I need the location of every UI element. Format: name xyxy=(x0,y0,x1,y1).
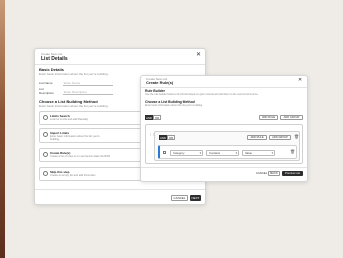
add-rule-button[interactable]: ADD RULE xyxy=(259,115,278,120)
option-description: Create an empty list and add limits late… xyxy=(50,174,96,177)
back-button[interactable]: BACK xyxy=(268,171,280,176)
trash-icon[interactable]: 🗑 xyxy=(290,150,295,154)
basic-details-hint: Enter basic information about the list y… xyxy=(39,72,109,76)
trash-icon[interactable]: 🗑 xyxy=(294,135,299,139)
rule-row: Category ▾ Contains ▾ Value ▾ 🗑 xyxy=(158,145,297,159)
list-name-input[interactable] xyxy=(63,80,113,86)
outer-and-toggle[interactable]: AND xyxy=(145,115,153,120)
group-add-group-button[interactable]: ADD GROUP xyxy=(269,135,291,140)
decorative-stripe xyxy=(0,0,5,258)
group-or-toggle[interactable]: OR xyxy=(167,135,175,140)
option-description: Create a list of rules to run and accumu… xyxy=(50,155,111,158)
rule-group-inner: AND OR ADD RULE ADD GROUP 🗑 Category ▾ C… xyxy=(154,131,300,161)
list-name-label: List Name xyxy=(39,81,53,85)
next-button[interactable]: NEXT xyxy=(190,195,201,201)
radio-icon xyxy=(43,152,48,157)
rule-value-value: Value xyxy=(245,151,252,155)
radio-icon xyxy=(43,171,48,176)
rule-operator-select[interactable]: Contains ▾ xyxy=(206,150,239,156)
footer-divider xyxy=(35,189,205,190)
outer-or-toggle[interactable]: OR xyxy=(153,115,161,120)
list-description-label: List Description xyxy=(39,87,55,95)
modal-title: List Details xyxy=(41,56,68,62)
rule-operator-value: Contains xyxy=(209,151,221,155)
chevron-down-icon: ▾ xyxy=(271,151,273,155)
rule-field-select[interactable]: Category ▾ xyxy=(170,150,203,156)
footer-divider xyxy=(141,167,307,168)
chevron-down-icon: ▾ xyxy=(199,151,201,155)
close-icon[interactable]: ✕ xyxy=(298,77,302,84)
group-add-rule-button[interactable]: ADD RULE xyxy=(247,135,267,140)
close-icon[interactable]: ✕ xyxy=(196,52,201,59)
rule-checkbox[interactable] xyxy=(163,151,166,154)
group-and-toggle[interactable]: AND xyxy=(159,135,167,140)
rule-group-outer: ⋮⋮ AND OR ADD RULE ADD GROUP 🗑 Category … xyxy=(145,124,303,164)
list-description-input[interactable] xyxy=(63,89,113,95)
method-hint: Enter basic information about the list y… xyxy=(145,104,203,107)
cancel-button[interactable]: CANCEL xyxy=(171,195,188,201)
radio-icon xyxy=(43,132,48,137)
option-description: Enter basic information about the list y… xyxy=(50,135,100,142)
rule-value-select[interactable]: Value ▾ xyxy=(242,150,275,156)
rule-field-value: Category xyxy=(173,151,185,155)
method-hint: Enter basic information about the list y… xyxy=(39,104,109,108)
header-divider xyxy=(141,87,307,88)
preview-list-button[interactable]: Preview List xyxy=(282,171,303,176)
header-divider xyxy=(35,64,205,65)
create-rules-modal: Create New List Create Rule(s) ✕ Rule Bu… xyxy=(140,75,308,182)
rule-builder-hint: Use the rule builder below to find limit… xyxy=(145,93,259,96)
chevron-down-icon: ▾ xyxy=(235,151,237,155)
cancel-button[interactable]: CANCEL xyxy=(256,171,267,175)
option-description: Look for Limits and add Manually xyxy=(50,118,89,121)
radio-icon xyxy=(43,115,48,120)
modal-title: Create Rule(s) xyxy=(146,80,174,85)
add-group-button[interactable]: ADD GROUP xyxy=(280,115,303,120)
